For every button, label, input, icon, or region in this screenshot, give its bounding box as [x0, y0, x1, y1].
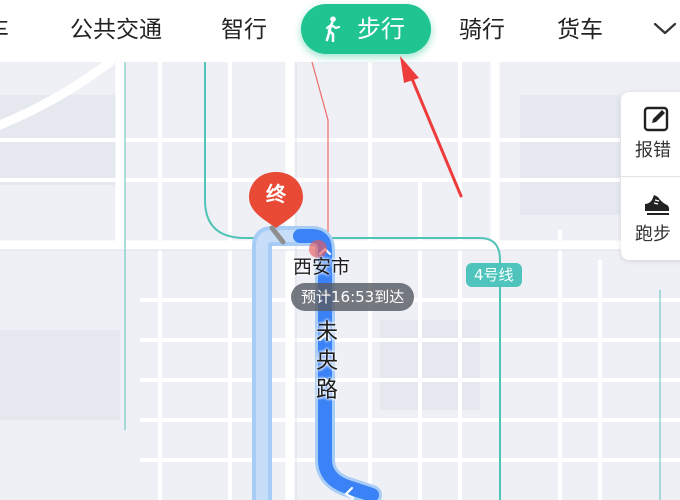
road-name-label: 未 央 路	[313, 318, 341, 405]
transport-mode-bar: 车 公共交通 智行 步行 骑行 货车	[0, 0, 680, 62]
road-name-char: 路	[315, 378, 338, 403]
edit-icon	[643, 106, 669, 132]
tab-smart-travel[interactable]: 智行	[221, 13, 267, 47]
destination-marker[interactable]: 终	[245, 170, 307, 248]
eta-label: 预计16:53到达	[291, 283, 415, 311]
chevron-down-icon[interactable]	[652, 17, 678, 39]
tab-cycling[interactable]: 骑行	[459, 13, 505, 47]
metro-line-badge: 4号线	[466, 263, 522, 287]
report-error-label: 报错	[635, 140, 671, 161]
city-label: 西安市	[293, 256, 351, 278]
road-name-char: 央	[315, 349, 338, 374]
running-label: 跑步	[635, 224, 671, 245]
map-view[interactable]	[0, 62, 680, 500]
tab-walking-label: 步行	[357, 15, 405, 43]
tab-walking[interactable]: 步行	[301, 4, 431, 54]
report-error-button[interactable]: 报错	[621, 92, 680, 176]
tab-car[interactable]: 车	[0, 13, 9, 47]
destination-marker-label: 终	[266, 182, 286, 206]
shoe-icon	[645, 195, 669, 215]
map-canvas	[0, 62, 680, 500]
walk-icon	[325, 16, 341, 42]
road-name-char: 未	[315, 320, 338, 345]
tab-public-transit[interactable]: 公共交通	[70, 13, 162, 47]
running-button[interactable]: 跑步	[621, 176, 680, 260]
map-side-panel: 报错 跑步	[621, 92, 680, 260]
tab-truck[interactable]: 货车	[557, 13, 603, 47]
